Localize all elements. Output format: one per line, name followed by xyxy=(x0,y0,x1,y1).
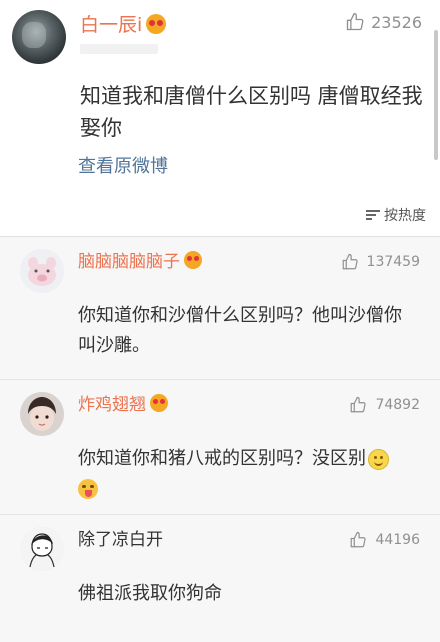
post-author-avatar[interactable] xyxy=(12,10,66,64)
post-like-count: 23526 xyxy=(371,12,422,32)
post-like-button[interactable]: 23526 xyxy=(345,12,422,32)
comment-author-name-text[interactable]: 脑脑脑脑脑子 xyxy=(78,252,180,272)
comment-text: 你知道你和沙僧什么区别吗？他叫沙僧你叫沙雕。 xyxy=(78,305,402,356)
post-text: 知道我和唐僧什么区别吗 唐僧取经我娶你 xyxy=(80,84,423,140)
post-author-name[interactable]: 白一辰i xyxy=(80,13,167,37)
sort-by-hot-button[interactable]: 按热度 xyxy=(366,205,426,225)
tongue-emoji-icon xyxy=(78,479,98,499)
comment-author-avatar[interactable] xyxy=(20,527,64,571)
comment-like-count: 74892 xyxy=(375,397,420,413)
comment-text-wrapper: 你知道你和猪八戒的区别吗？没区别 xyxy=(78,444,418,504)
comment-author-name-text[interactable]: 除了凉白开 xyxy=(78,530,163,550)
thumbs-up-icon xyxy=(351,531,367,548)
original-post: 白一辰i 23526 知道我和唐僧什么区别吗 唐僧取经我娶你 查看原微博 按热度 xyxy=(0,0,440,236)
comment-item: 脑脑脑脑脑子 137459 你知道你和沙僧什么区别吗？他叫沙僧你叫沙雕。 xyxy=(0,237,440,379)
vip-badge-icon xyxy=(184,251,202,269)
comment-author-avatar[interactable] xyxy=(20,392,64,436)
sort-lines-icon xyxy=(366,209,380,221)
sketch-avatar-icon xyxy=(20,527,64,571)
comment-author-avatar[interactable] xyxy=(20,249,64,293)
vip-badge-icon xyxy=(150,394,168,412)
comment-like-button[interactable]: 74892 xyxy=(349,396,420,414)
comment-author-name-text[interactable]: 炸鸡翅翘 xyxy=(78,395,146,415)
comment-author-name[interactable]: 炸鸡翅翘 xyxy=(78,394,168,416)
comment-item: 除了凉白开 44196 佛祖派我取你狗命 xyxy=(0,515,440,642)
sort-label: 按热度 xyxy=(384,208,426,224)
view-original-link[interactable]: 查看原微博 xyxy=(78,152,168,178)
pig-avatar-icon xyxy=(20,249,64,293)
comment-like-count: 44196 xyxy=(375,532,420,548)
comment-like-button[interactable]: 137459 xyxy=(341,253,420,271)
thumbs-up-icon xyxy=(351,396,367,413)
comment-like-count: 137459 xyxy=(366,254,420,270)
comment-text: 你知道你和猪八戒的区别吗？没区别 xyxy=(78,448,366,469)
post-meta-placeholder xyxy=(80,44,158,54)
comment-author-name[interactable]: 脑脑脑脑脑子 xyxy=(78,251,202,273)
comment-author-name[interactable]: 除了凉白开 xyxy=(78,529,163,551)
thumbs-up-icon xyxy=(346,12,364,31)
vip-badge-icon xyxy=(146,13,167,34)
comment-text: 佛祖派我取你狗命 xyxy=(78,583,222,604)
comment-item: 炸鸡翅翘 74892 你知道你和猪八戒的区别吗？没区别 xyxy=(0,380,440,514)
post-author-name-text[interactable]: 白一辰i xyxy=(80,14,142,36)
thumbs-up-icon xyxy=(342,253,358,270)
smile-emoji-icon xyxy=(368,448,389,470)
comment-like-button[interactable]: 44196 xyxy=(349,531,420,549)
girl-avatar-icon xyxy=(20,392,64,436)
scrollbar[interactable] xyxy=(434,30,438,160)
